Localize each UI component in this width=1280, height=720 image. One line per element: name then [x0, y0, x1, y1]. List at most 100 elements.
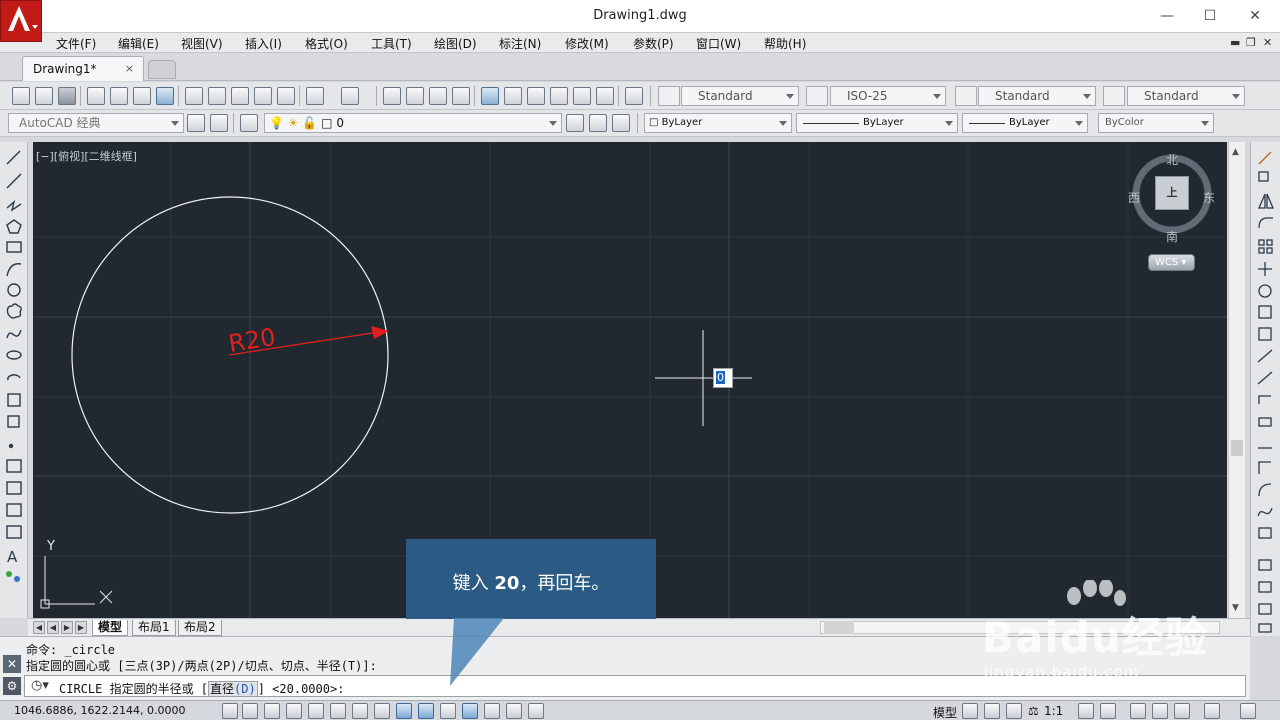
quick-view-drawings-icon[interactable] — [984, 703, 1000, 719]
tool-palettes-icon[interactable] — [527, 87, 545, 105]
polar-tracking-icon[interactable] — [308, 703, 324, 719]
command-input[interactable]: ◷▾ CIRCLE 指定圆的半径或 [直径(D)] <20.0000>: — [24, 675, 1246, 697]
table-style-icon[interactable] — [955, 86, 977, 106]
new-file-icon[interactable] — [12, 87, 30, 105]
customize-command-icon[interactable]: ⚙ — [3, 677, 21, 695]
open-file-icon[interactable] — [35, 87, 53, 105]
3d-print-icon[interactable] — [156, 87, 174, 105]
design-center-icon[interactable] — [504, 87, 522, 105]
menu-tools[interactable]: 工具(T) — [371, 35, 412, 52]
isolate-objects-icon[interactable] — [1204, 703, 1220, 719]
multileader-style-select[interactable]: Standard — [1127, 86, 1245, 106]
dimension-style-select[interactable]: ISO-25 — [830, 86, 946, 106]
application-menu-button[interactable] — [0, 0, 42, 42]
dynamic-input-box[interactable]: 0 — [713, 368, 733, 388]
mdi-close-icon[interactable]: ✕ — [1263, 36, 1272, 49]
menu-dimension[interactable]: 标注(N) — [499, 35, 541, 52]
compass-north[interactable]: 北 — [1166, 151, 1178, 168]
tab-layout1[interactable]: 布局1 — [132, 620, 176, 636]
compass-east[interactable]: 东 — [1203, 189, 1215, 206]
properties-icon[interactable] — [481, 87, 499, 105]
mdi-minimize-icon[interactable]: ▬ — [1230, 36, 1240, 49]
layer-previous-icon[interactable] — [589, 114, 607, 132]
multileader-style-icon[interactable] — [1103, 86, 1125, 106]
undo-icon[interactable] — [306, 87, 324, 105]
tab-model[interactable]: 模型 — [92, 620, 129, 636]
annotation-scale[interactable]: 1:1 — [1044, 704, 1063, 718]
annotation-visibility-icon[interactable] — [1078, 703, 1094, 719]
dimension-style-icon[interactable] — [806, 86, 828, 106]
save-icon[interactable] — [58, 87, 76, 105]
menu-insert[interactable]: 插入(I) — [245, 35, 282, 52]
paste-icon[interactable] — [231, 87, 249, 105]
wcs-menu-button[interactable]: WCS ▾ — [1148, 254, 1195, 271]
object-snap-tracking-icon[interactable] — [374, 703, 390, 719]
layer-select[interactable]: 💡 ☀ 🔓 □ 0 — [264, 113, 562, 133]
make-current-layer-icon[interactable] — [566, 114, 584, 132]
previous-layout-icon[interactable]: ◀ — [47, 621, 59, 634]
match-properties-icon[interactable] — [254, 87, 272, 105]
viewport-controls[interactable]: [−][俯视][二维线框] — [36, 148, 137, 164]
last-layout-icon[interactable]: ▶ — [75, 621, 87, 634]
pan-icon[interactable] — [383, 87, 401, 105]
menu-parameter[interactable]: 参数(P) — [633, 35, 674, 52]
markup-icon[interactable] — [573, 87, 591, 105]
workspace-switch-icon[interactable] — [1130, 703, 1146, 719]
redo-icon[interactable] — [341, 87, 359, 105]
publish-icon[interactable] — [133, 87, 151, 105]
menu-help[interactable]: 帮助(H) — [764, 35, 806, 52]
clean-screen-icon[interactable] — [1240, 703, 1256, 719]
maximize-button[interactable]: ☐ — [1199, 6, 1221, 26]
scroll-thumb[interactable] — [1231, 440, 1243, 456]
new-tab-button[interactable] — [148, 60, 176, 79]
print-icon[interactable] — [87, 87, 105, 105]
lineweight-toggle-icon[interactable] — [440, 703, 456, 719]
horizontal-scroll-thumb[interactable] — [824, 621, 854, 634]
plotstyle-select[interactable]: ByColor — [1098, 113, 1214, 133]
snap-mode-icon[interactable] — [242, 703, 258, 719]
text-style-icon[interactable] — [658, 86, 680, 106]
dynamic-ucs-icon[interactable] — [396, 703, 412, 719]
minimize-button[interactable]: — — [1156, 6, 1178, 26]
layer-manager-icon[interactable] — [240, 114, 258, 132]
annotation-monitor-icon[interactable] — [528, 703, 544, 719]
menu-modify[interactable]: 修改(M) — [565, 35, 609, 52]
annotation-scale-icon[interactable]: ⚖ — [1028, 704, 1039, 718]
help-icon[interactable] — [625, 87, 643, 105]
tab-layout2[interactable]: 布局2 — [178, 620, 222, 636]
infer-constraints-icon[interactable] — [222, 703, 238, 719]
close-button[interactable]: ✕ — [1244, 6, 1266, 26]
pan-status-icon[interactable] — [1006, 703, 1022, 719]
transparency-icon[interactable] — [462, 703, 478, 719]
compass-west[interactable]: 西 — [1128, 189, 1140, 206]
block-editor-icon[interactable] — [277, 87, 295, 105]
cursor-coordinates[interactable]: 1046.6886, 1622.2144, 0.0000 — [14, 704, 185, 717]
text-style-select[interactable]: Standard — [681, 86, 799, 106]
menu-format[interactable]: 格式(O) — [305, 35, 348, 52]
sheet-set-icon[interactable] — [550, 87, 568, 105]
auto-scale-icon[interactable] — [1100, 703, 1116, 719]
workspace-select[interactable]: AutoCAD 经典 — [8, 113, 184, 133]
object-snap-icon[interactable] — [330, 703, 346, 719]
scroll-up-icon[interactable]: ▲ — [1232, 147, 1239, 157]
customize-icon[interactable] — [210, 114, 228, 132]
next-layout-icon[interactable]: ▶ — [61, 621, 73, 634]
zoom-previous-icon[interactable] — [452, 87, 470, 105]
zoom-realtime-icon[interactable] — [406, 87, 424, 105]
vertical-scrollbar[interactable]: ▲ ▼ — [1228, 142, 1245, 618]
diameter-option[interactable]: 直径(D) — [208, 681, 258, 697]
tab-close-icon[interactable]: × — [125, 62, 134, 75]
recent-commands-icon[interactable]: ◷▾ — [31, 678, 49, 693]
plot-preview-icon[interactable] — [110, 87, 128, 105]
menu-draw[interactable]: 绘图(D) — [434, 35, 477, 52]
lock-ui-icon[interactable] — [1152, 703, 1168, 719]
dynamic-input-icon[interactable] — [418, 703, 434, 719]
tab-drawing1[interactable]: Drawing1* × — [22, 56, 144, 81]
quick-view-layouts-icon[interactable] — [962, 703, 978, 719]
selection-cycling-icon[interactable] — [506, 703, 522, 719]
menu-window[interactable]: 窗口(W) — [696, 35, 741, 52]
linetype-select[interactable]: ByLayer — [796, 113, 958, 133]
3d-object-snap-icon[interactable] — [352, 703, 368, 719]
lineweight-select[interactable]: ByLayer — [962, 113, 1088, 133]
copy-icon[interactable] — [208, 87, 226, 105]
